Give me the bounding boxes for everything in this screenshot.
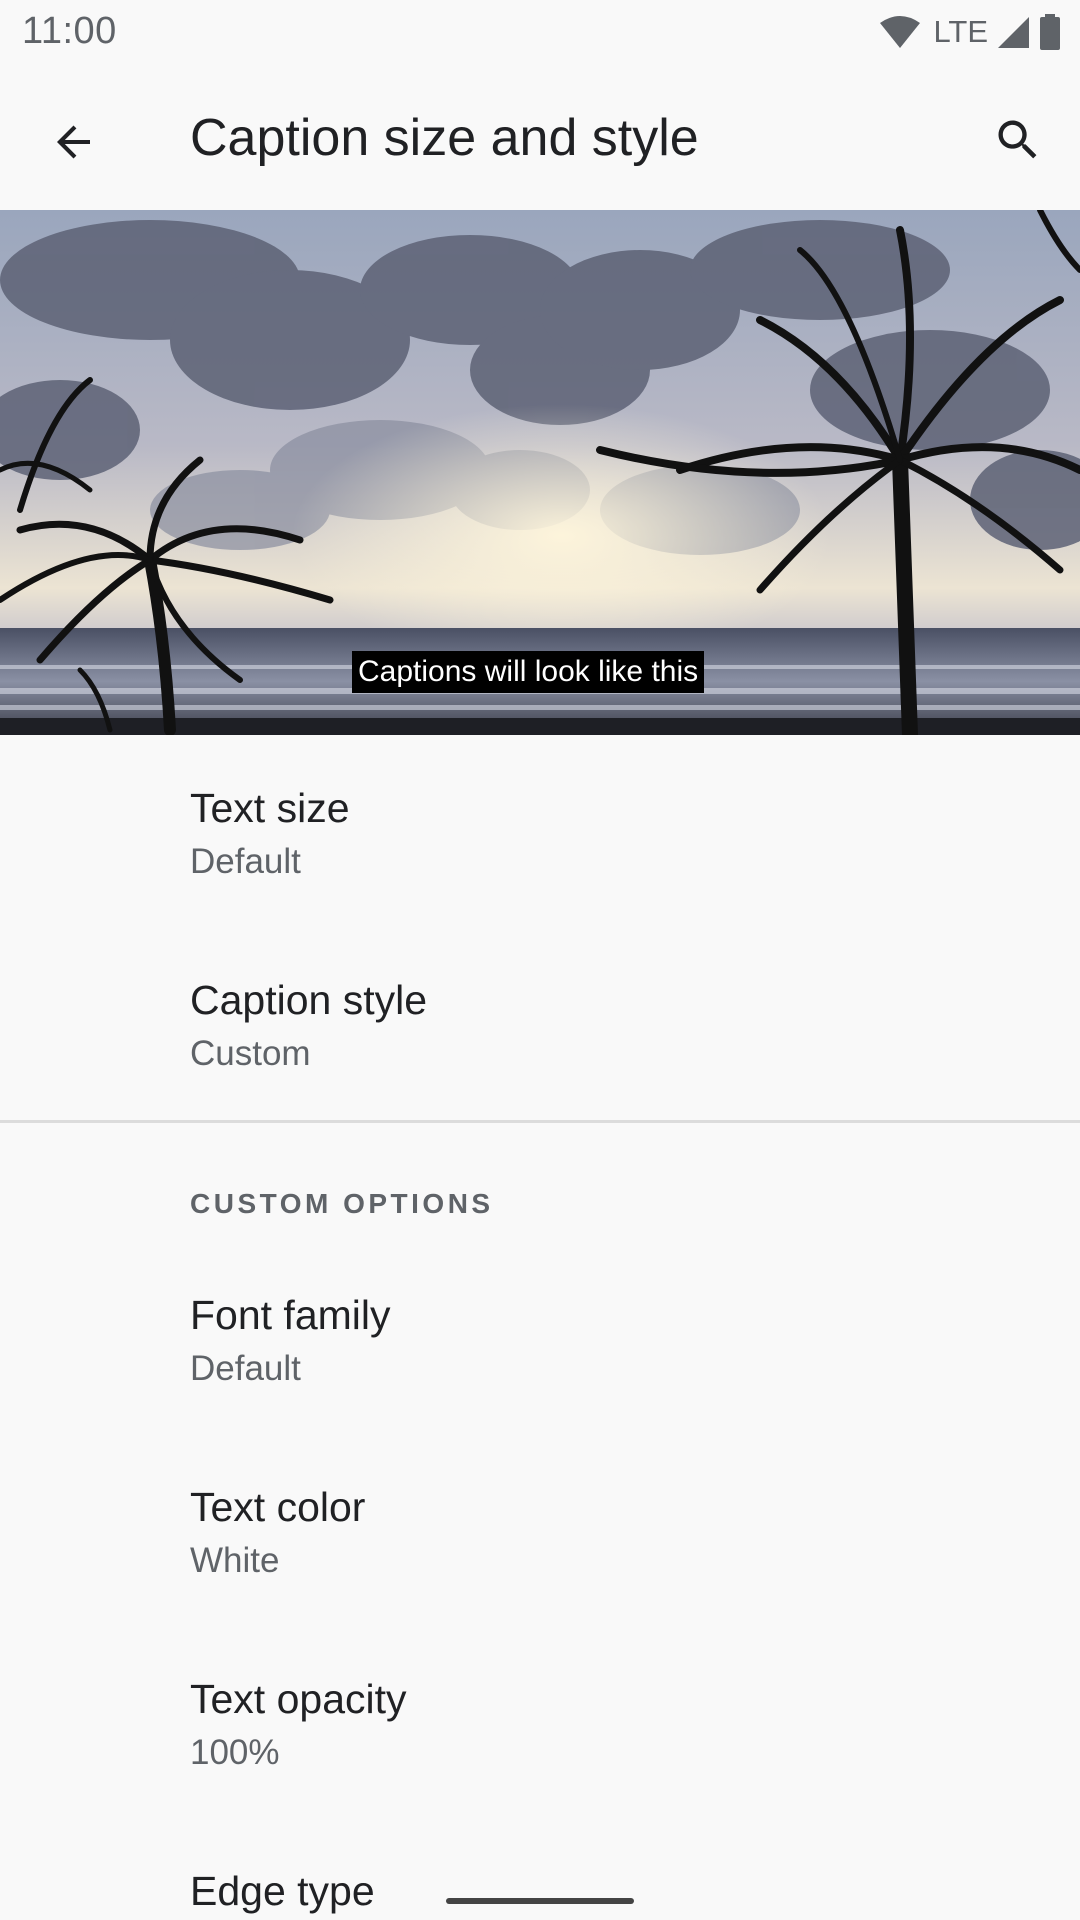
- text-opacity-summary: 100%: [190, 1733, 280, 1772]
- lte-indicator: LTE: [933, 14, 988, 49]
- text-color-title: Text color: [190, 1484, 366, 1530]
- edge-type-setting[interactable]: Edge type: [0, 1820, 1080, 1920]
- screen: 11:00 LTE Caption size and style Caption…: [0, 0, 1080, 1920]
- status-time: 11:00: [22, 10, 117, 52]
- text-opacity-setting[interactable]: Text opacity 100%: [0, 1628, 1080, 1820]
- text-color-summary: White: [190, 1541, 280, 1580]
- status-bar: 11:00 LTE: [0, 0, 1080, 64]
- search-icon: [998, 120, 1037, 159]
- section-divider: [0, 1120, 1080, 1123]
- arrow-back-icon: [57, 125, 90, 159]
- caption-sample-text: Captions will look like this: [352, 651, 705, 693]
- text-color-setting[interactable]: Text color White: [0, 1436, 1080, 1628]
- gesture-nav-handle[interactable]: [446, 1898, 634, 1904]
- app-toolbar: Caption size and style: [0, 64, 1080, 210]
- caption-style-title: Caption style: [190, 977, 428, 1023]
- font-family-summary: Default: [190, 1349, 301, 1388]
- caption-style-setting[interactable]: Caption style Custom: [0, 927, 1080, 1119]
- text-size-summary: Default: [190, 842, 301, 881]
- edge-type-title: Edge type: [190, 1868, 375, 1914]
- wifi-icon: [879, 15, 921, 49]
- search-button[interactable]: [980, 102, 1056, 178]
- text-size-title: Text size: [190, 785, 350, 831]
- signal-icon: [996, 15, 1030, 49]
- text-opacity-title: Text opacity: [190, 1676, 407, 1722]
- caption-style-summary: Custom: [190, 1034, 311, 1073]
- back-button[interactable]: [38, 106, 110, 178]
- font-family-setting[interactable]: Font family Default: [0, 1244, 1080, 1436]
- custom-options-header: CUSTOM OPTIONS: [190, 1188, 494, 1219]
- status-icons: LTE: [879, 12, 1062, 52]
- battery-icon: [1038, 14, 1062, 50]
- text-size-setting[interactable]: Text size Default: [0, 735, 1080, 927]
- page-title: Caption size and style: [190, 109, 699, 167]
- font-family-title: Font family: [190, 1292, 391, 1338]
